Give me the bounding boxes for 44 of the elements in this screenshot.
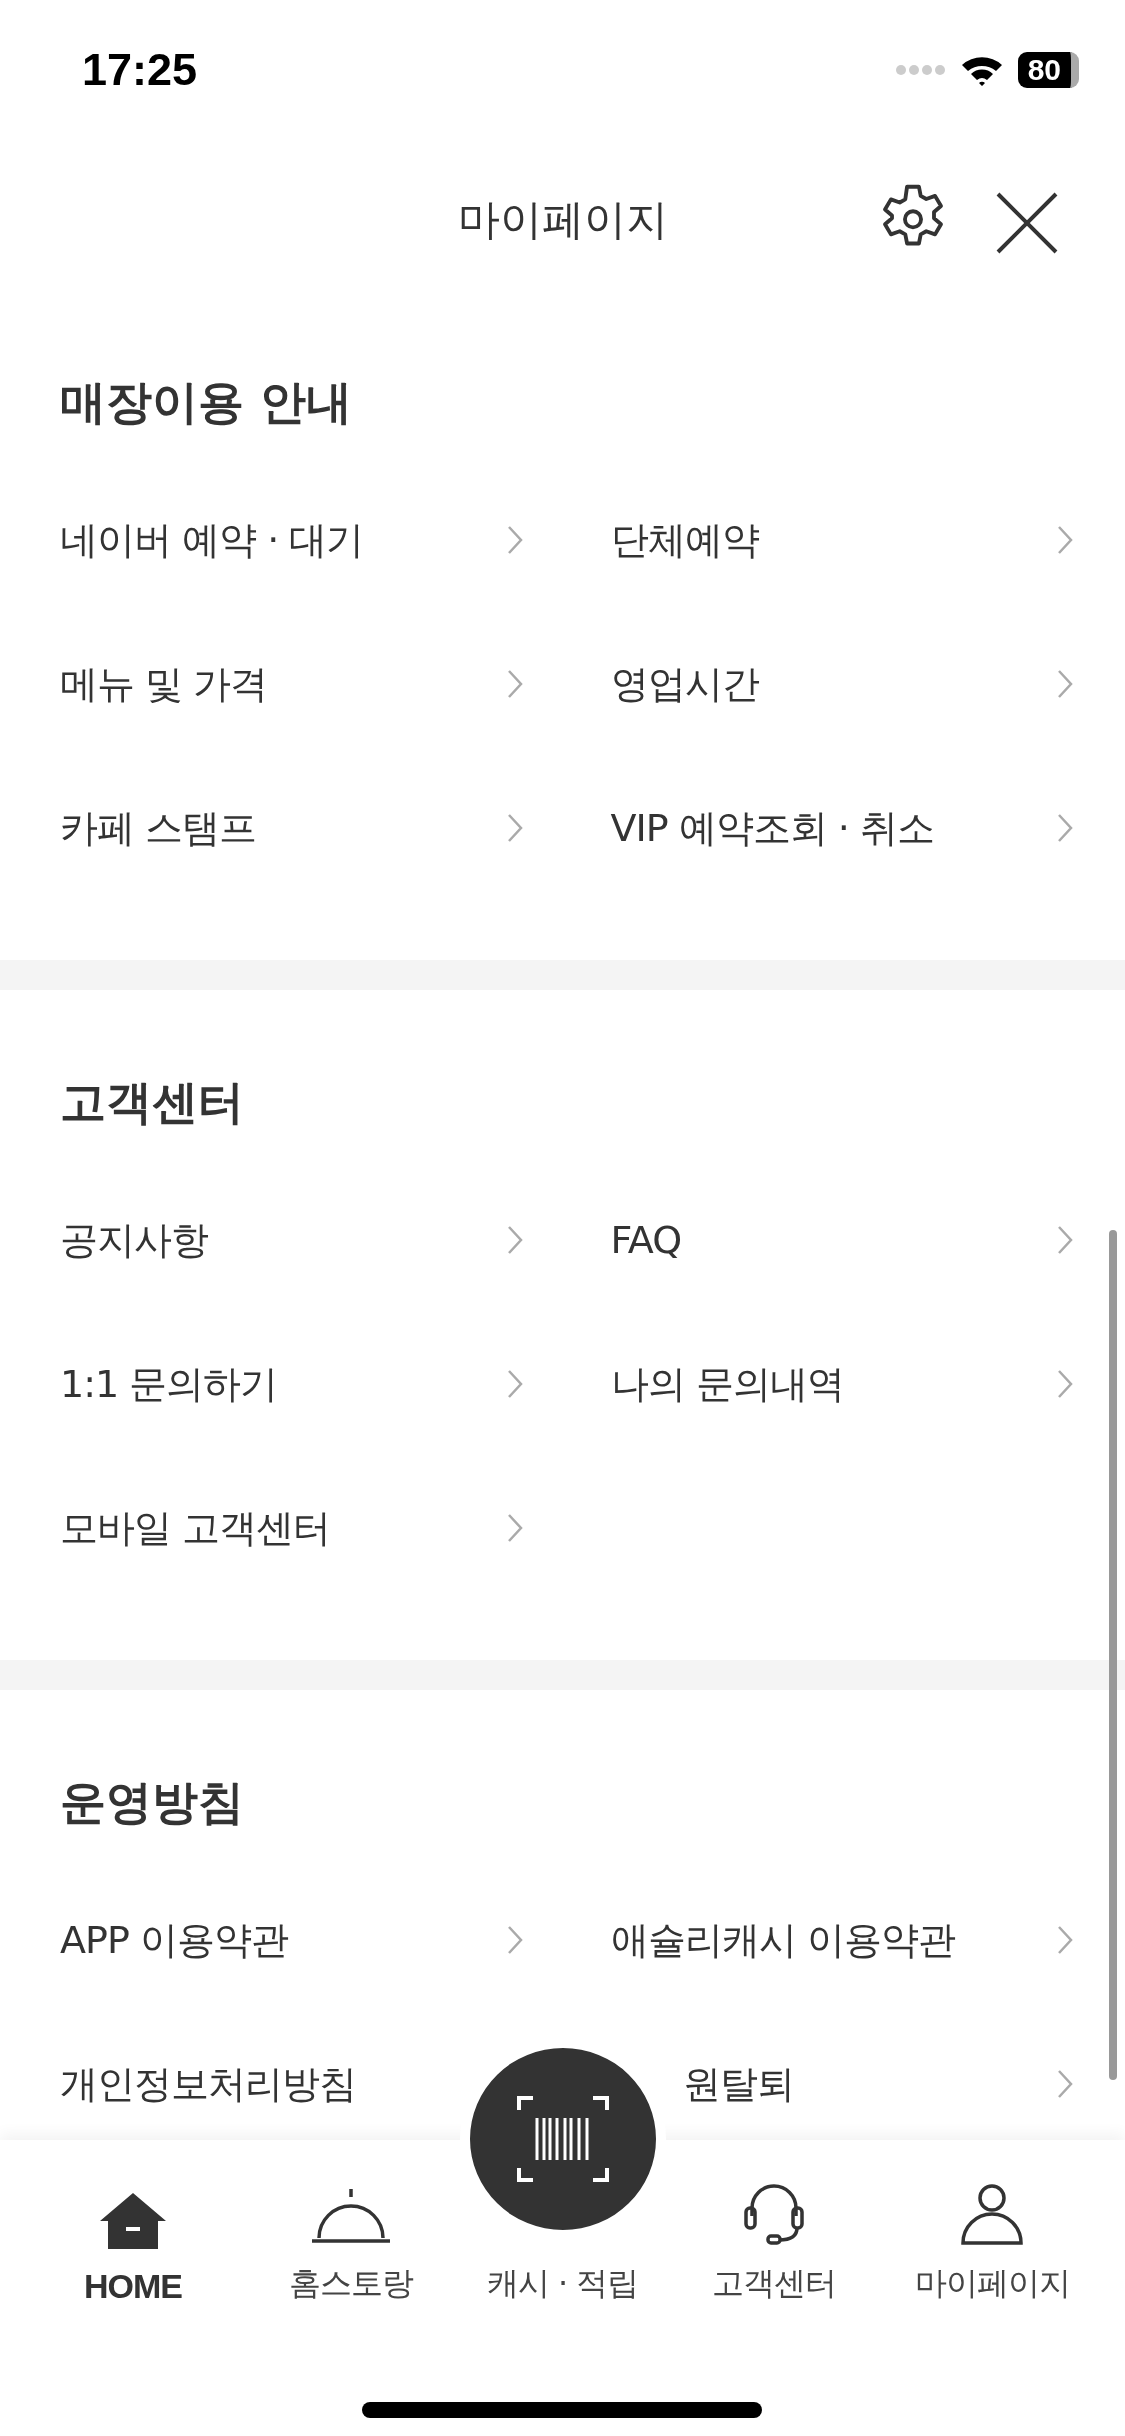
section-title: 운영방침	[60, 1774, 245, 1831]
barcode-icon	[516, 2096, 609, 2182]
chevron-icon	[1057, 525, 1073, 555]
nav-tab[interactable]: 캐시 · 적립	[459, 2038, 666, 2436]
menu-item[interactable]: FAQ	[610, 1210, 1073, 1270]
menu-item[interactable]: 나의 문의내역	[610, 1354, 1073, 1414]
nav-tab[interactable]: 마이페이지	[883, 2140, 1101, 2436]
chevron-icon	[506, 525, 523, 555]
close-icon[interactable]	[996, 192, 1058, 254]
menu-item[interactable]: 공지사항	[60, 1210, 523, 1270]
menu-item[interactable]: 카페 스탬프	[60, 798, 523, 858]
menu-item[interactable]: 원탈퇴	[682, 2054, 1073, 2114]
menu-item[interactable]: APP 이용약관	[60, 1910, 523, 1970]
chevron-icon	[506, 1513, 523, 1543]
menu-item[interactable]: 영업시간	[610, 654, 1073, 714]
page-title: 마이페이지	[457, 194, 668, 246]
status-time: 17:25	[82, 44, 198, 96]
chevron-icon	[506, 1925, 523, 1955]
nav-tab[interactable]: 홈스토랑	[241, 2140, 460, 2436]
section-title: 고객센터	[60, 1074, 245, 1131]
chevron-icon	[506, 813, 523, 843]
chevron-icon	[1057, 813, 1073, 843]
chevron-icon	[1057, 1369, 1073, 1399]
chevron-icon	[1057, 1225, 1073, 1255]
nav-tab[interactable]: HOME	[24, 2140, 242, 2436]
chevron-icon	[1057, 669, 1073, 699]
menu-item[interactable]: VIP 예약조회 · 취소	[610, 798, 1073, 858]
menu-item[interactable]: 개인정보처리방침	[60, 2054, 356, 2114]
nav-tab[interactable]: 고객센터	[665, 2140, 884, 2436]
menu-item[interactable]: 애슐리캐시 이용약관	[610, 1910, 1073, 1970]
chevron-icon	[1057, 1925, 1073, 1955]
chevron-icon	[1057, 2069, 1073, 2099]
battery-icon: 80	[1017, 52, 1079, 88]
menu-item[interactable]: 네이버 예약 · 대기	[60, 510, 523, 570]
chevron-icon	[506, 669, 523, 699]
menu-item[interactable]: 1:1 문의하기	[60, 1354, 523, 1414]
section-title: 매장이용 안내	[60, 374, 353, 431]
menu-item[interactable]: 모바일 고객센터	[60, 1498, 523, 1558]
menu-item[interactable]: 메뉴 및 가격	[60, 654, 523, 714]
signal-icon	[895, 64, 946, 76]
menu-item[interactable]: 단체예약	[610, 510, 1073, 570]
chevron-icon	[506, 1225, 523, 1255]
person-icon	[960, 2182, 1025, 2246]
chevron-icon	[506, 1369, 523, 1399]
